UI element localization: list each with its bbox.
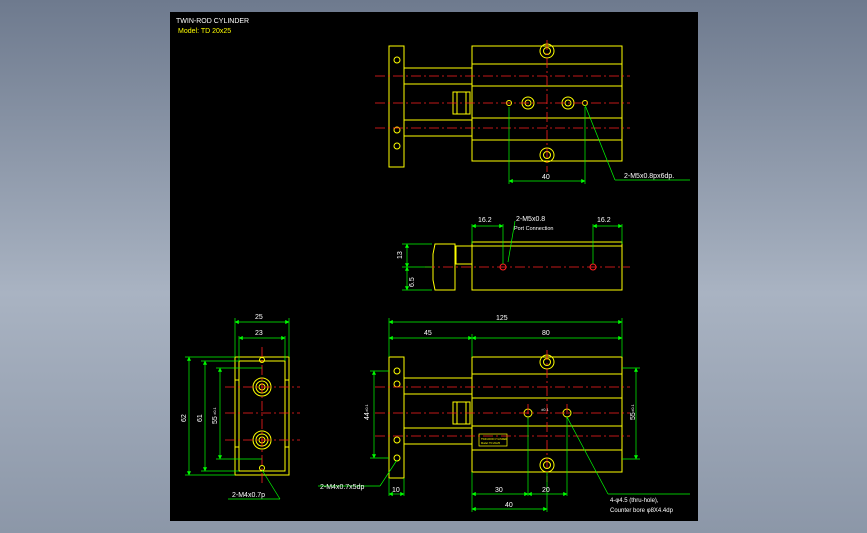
end-dim-55: 55 [212,416,219,424]
end-view: 25 23 62 61 55 ±0.1 2-M4x0.7p [181,314,300,500]
side-dim-6-5: 6.5 [409,277,416,287]
end-dim-62: 62 [181,414,188,422]
front-center-mark: ±0.1 [541,407,550,412]
front-label-plate-model: Model: TD 20x25 [481,442,501,445]
side-cylinder-body [471,241,623,291]
end-dim-25: 25 [255,314,263,321]
drawing-viewport[interactable]: TWIN-ROD CYLINDER Model: TD 20x25 40 2-M… [170,12,698,521]
drawing-title: TWIN-ROD CYLINDER [176,18,249,25]
top-port-note: 2-M5x0.8px6dp. [624,173,674,180]
front-label-plate-text: TWIN-ROD CYLINDER [481,438,507,441]
top-view: 40 2-M5x0.8px6dp. [375,40,690,184]
side-dim-16-2-left: 16.2 [478,217,492,224]
front-dim-40: 40 [505,502,513,509]
front-dim-30: 30 [495,487,503,494]
end-dim-55-tol: ±0.1 [212,406,217,415]
front-dim-55-right: 55 [630,412,637,420]
model-label: Model: TD 20x25 [178,28,231,35]
front-dim-80: 80 [542,330,550,337]
side-dim-13: 13 [397,251,404,259]
front-dim-44: 44 [364,412,371,420]
side-port-label: Port Connection [514,226,553,232]
front-dim-125: 125 [496,315,508,322]
front-bore-note: Counter bore φ8X4.4dp [610,508,674,514]
side-dim-16-2-right: 16.2 [597,217,611,224]
front-rear-tap-note: 2-M4x0.7x5dp [320,484,364,491]
side-port-size: 2-M5x0.8 [516,216,545,223]
front-hole-note: 4-φ4.5 (thru-hole), [610,498,659,504]
front-dim-55-right-tol: ±0.1 [630,403,635,412]
top-dim-40: 40 [542,174,550,181]
cad-drawing: TWIN-ROD CYLINDER Model: TD 20x25 40 2-M… [176,18,690,514]
end-tap-note: 2-M4x0.7p [232,492,265,499]
end-dim-61: 61 [197,414,204,422]
front-dim-10: 10 [392,487,400,494]
side-view: 16.2 16.2 2-M5x0.8 Port Connection 13 6.… [397,216,630,291]
end-dim-23: 23 [255,330,263,337]
front-dim-44-tol: ±0.1 [364,403,369,412]
front-dim-20: 20 [542,487,550,494]
front-rod-plate [388,356,405,479]
front-view: TWIN-ROD CYLINDER Model: TD 20x25 125 45… [318,315,690,514]
front-dim-45: 45 [424,330,432,337]
